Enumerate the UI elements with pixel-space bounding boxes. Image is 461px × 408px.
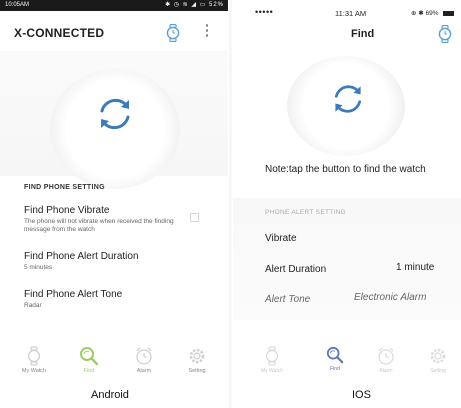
- find-phone-setting-header: FIND PHONE SETTING: [24, 184, 105, 191]
- nav-label: Setting: [430, 368, 446, 374]
- ios-screen: ••••• 11:31 AM ⊕ ✱ 69% Find Note:tap the…: [233, 0, 461, 408]
- ios-find-area: [233, 48, 461, 156]
- android-caption: Android: [91, 389, 129, 401]
- panel-divider: [229, 0, 232, 408]
- nav-item-find[interactable]: Find: [69, 346, 109, 374]
- nav-title: Find: [351, 28, 375, 40]
- gear-icon: [189, 348, 205, 364]
- search-icon: [326, 346, 344, 364]
- phone-alert-setting-header: PHONE ALERT SETTING: [265, 209, 346, 216]
- search-icon: [80, 347, 99, 366]
- status-right: ⊕ ✱ 69%: [411, 10, 439, 17]
- sync-arrows-icon[interactable]: [330, 81, 366, 117]
- nav-label: Alarm: [379, 368, 393, 374]
- nav-item-find[interactable]: Find: [315, 346, 355, 372]
- ios-tab-bar: My Watch Find Alarm Setting: [233, 346, 461, 386]
- nav-item-setting[interactable]: Setting: [418, 346, 458, 374]
- signal-dots: •••••: [255, 7, 274, 17]
- nav-item-setting[interactable]: Setting: [177, 346, 217, 374]
- nav-label: Find: [83, 368, 95, 374]
- app-title: X-CONNECTED: [14, 26, 105, 40]
- alert-tone-value: Electronic Alarm: [354, 292, 427, 303]
- setting-row-alert-tone[interactable]: Find Phone Alert Tone Radar: [24, 289, 224, 310]
- android-bottom-nav: My Watch Find Alarm Setting: [0, 346, 228, 386]
- nav-label: Alarm: [136, 368, 152, 374]
- nav-label: Setting: [188, 368, 206, 374]
- nav-item-alarm[interactable]: Alarm: [124, 346, 164, 374]
- android-toolbar: X-CONNECTED: [0, 11, 228, 51]
- watch-icon[interactable]: [165, 24, 181, 42]
- android-screen: 10:05AM ✱ ◷ ≋ ◢ ▭ 52% X-CONNECTED FIND P…: [0, 0, 228, 408]
- overflow-menu-icon[interactable]: [204, 24, 210, 40]
- vibrate-checkbox[interactable]: [190, 213, 199, 222]
- nav-item-alarm[interactable]: Alarm: [366, 346, 406, 374]
- alarm-clock-icon: [378, 347, 394, 365]
- watch-icon[interactable]: [437, 25, 453, 43]
- setting-row-title: Find Phone Alert Duration: [24, 251, 139, 262]
- find-note: Note:tap the button to find the watch: [265, 164, 426, 175]
- nav-item-my-watch[interactable]: My Watch: [14, 346, 54, 374]
- gear-icon: [430, 348, 446, 364]
- status-time: 10:05AM: [5, 2, 30, 8]
- watch-icon: [27, 346, 41, 366]
- screenshot-root: 10:05AM ✱ ◷ ≋ ◢ ▭ 52% X-CONNECTED FIND P…: [0, 0, 461, 408]
- ios-status-bar: ••••• 11:31 AM ⊕ ✱ 69%: [233, 8, 461, 20]
- setting-row-alert-duration[interactable]: Find Phone Alert Duration 5 minutes: [24, 251, 224, 272]
- status-time: 11:31 AM: [335, 9, 367, 18]
- watch-icon: [265, 346, 279, 366]
- alarm-clock-icon: [136, 347, 152, 365]
- sync-arrows-icon[interactable]: [95, 94, 135, 134]
- setting-row-title: Find Phone Alert Tone: [24, 289, 123, 300]
- nav-label: My Watch: [21, 368, 47, 374]
- setting-row-alert-tone[interactable]: Alert Tone: [265, 294, 310, 305]
- setting-row-vibrate[interactable]: Vibrate: [265, 233, 297, 244]
- alert-duration-value: 1 minute: [396, 262, 435, 273]
- android-find-area: [0, 51, 228, 189]
- ios-caption: IOS: [352, 389, 371, 401]
- battery-icon: [443, 11, 454, 16]
- nav-item-my-watch[interactable]: My Watch: [252, 346, 292, 374]
- setting-row-subtitle: The phone will not vibrate when received…: [24, 218, 174, 233]
- nav-label: Find: [330, 366, 340, 372]
- status-icons: ✱ ◷ ≋ ◢ ▭ 52%: [165, 2, 224, 8]
- android-status-bar: 10:05AM ✱ ◷ ≋ ◢ ▭ 52%: [0, 0, 228, 11]
- setting-row-subtitle: 5 minutes: [24, 264, 53, 271]
- nav-label: My Watch: [260, 368, 284, 374]
- setting-row-subtitle: Radar: [24, 302, 42, 309]
- setting-row-alert-duration[interactable]: Alert Duration: [265, 264, 326, 275]
